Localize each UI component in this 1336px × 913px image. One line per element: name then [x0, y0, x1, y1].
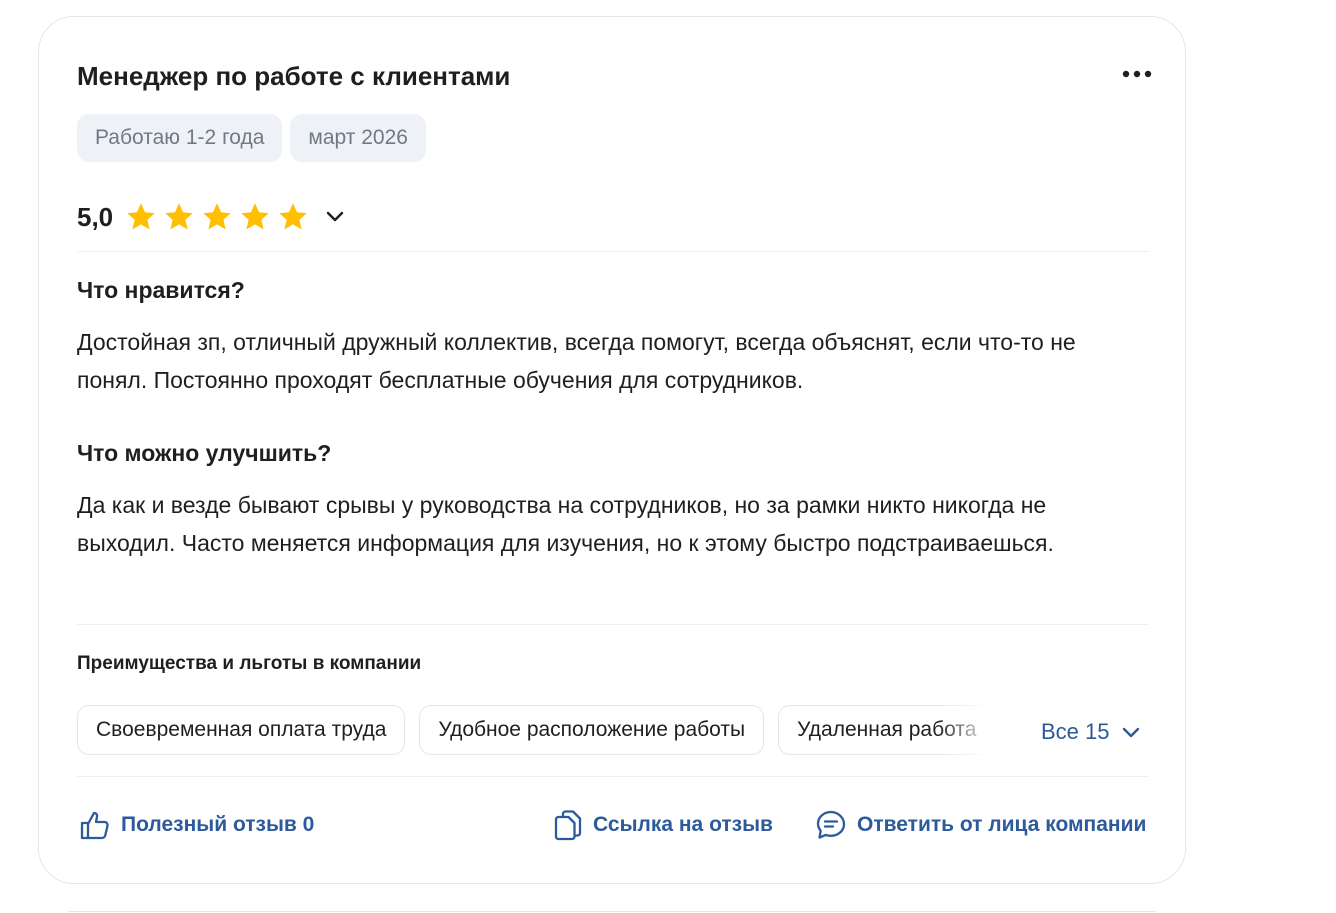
benefits-list: Своевременная оплата труда Удобное распо…	[77, 705, 989, 755]
likes-heading: Что нравится?	[77, 277, 245, 303]
chips-fade	[937, 705, 993, 755]
improve-heading: Что можно улучшить?	[77, 440, 332, 466]
chat-icon	[816, 810, 846, 839]
copy-icon	[554, 810, 582, 841]
rating-row: 5,0	[77, 199, 347, 235]
rating-value: 5,0	[77, 201, 114, 232]
star-icon	[125, 202, 157, 232]
date-tag: март 2026	[290, 114, 426, 162]
divider	[77, 624, 1149, 625]
benefit-chip: Своевременная оплата труда	[77, 705, 406, 755]
helpful-review-label: Полезный отзыв 0	[121, 813, 315, 836]
benefits-heading: Преимущества и льготы в компании	[77, 653, 422, 674]
rating-details-toggle[interactable]	[323, 205, 347, 229]
review-title: Менеджер по работе с клиентами	[77, 61, 511, 91]
bottom-divider	[68, 911, 1156, 912]
show-all-benefits-label: Все 15	[1041, 719, 1110, 744]
chevron-down-icon	[326, 211, 344, 222]
review-card: Менеджер по работе с клиентами Работаю 1…	[38, 16, 1186, 884]
show-all-benefits-button[interactable]: Все 15	[1041, 717, 1140, 747]
divider	[77, 251, 1149, 252]
more-horizontal-icon	[1122, 70, 1152, 78]
likes-text: Достойная зп, отличный дружный коллектив…	[77, 329, 1076, 393]
star-icon	[239, 202, 271, 232]
rating-stars	[125, 202, 309, 232]
divider	[77, 776, 1149, 777]
review-tags: Работаю 1-2 года март 2026	[77, 114, 426, 162]
helpful-review-button[interactable]: Полезный отзыв 0	[79, 807, 314, 843]
improve-text: Да как и везде бывают срывы у руководств…	[77, 492, 1054, 556]
review-link-button[interactable]: Ссылка на отзыв	[553, 807, 773, 843]
review-link-label: Ссылка на отзыв	[593, 813, 773, 836]
experience-tag: Работаю 1-2 года	[77, 114, 283, 162]
chevron-down-icon	[1122, 727, 1139, 737]
star-icon	[201, 202, 233, 232]
reply-as-company-button[interactable]: Ответить от лица компании	[815, 807, 1146, 843]
star-icon	[277, 202, 309, 232]
star-icon	[163, 202, 195, 232]
benefit-chip: Удобное расположение работы	[419, 705, 765, 755]
thumbs-up-icon	[80, 811, 109, 840]
reply-as-company-label: Ответить от лица компании	[857, 813, 1147, 836]
more-options-button[interactable]	[1119, 61, 1155, 87]
